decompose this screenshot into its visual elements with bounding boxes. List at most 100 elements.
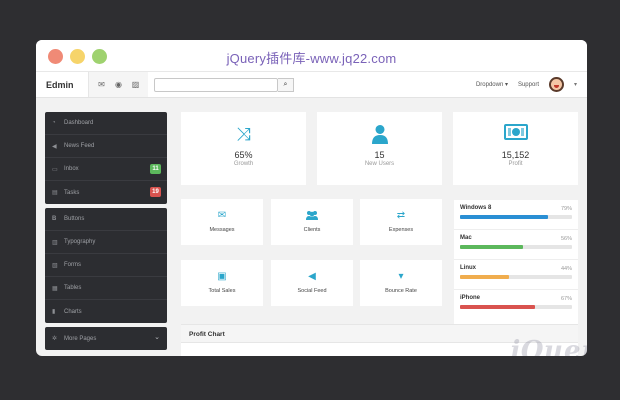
sidebar-item-label: Tasks (64, 189, 80, 196)
brand-logo[interactable]: Edmin (36, 80, 88, 90)
image-icon[interactable]: ▨ (127, 76, 144, 94)
tile-label: Social Feed (297, 288, 327, 294)
tile-bounce-rate[interactable]: ▾ Bounce Rate (360, 260, 442, 306)
bullhorn-icon: ◀ (52, 143, 57, 150)
tile-label: Expenses (388, 227, 414, 233)
stat-value: 65% (234, 150, 253, 160)
navbar-icon-group: ✉ ◉ ▨ (88, 72, 148, 97)
sidebar-item-label: More Pages (64, 335, 97, 342)
window-title: jQuery插件库-www.jq22.com (226, 51, 397, 66)
money-icon (453, 124, 578, 146)
bar-chart-icon: ▮ (52, 309, 56, 315)
tile-label: Bounce Rate (385, 288, 417, 294)
tile-total-sales[interactable]: ▣ Total Sales (181, 260, 263, 306)
save-icon: ▣ (217, 271, 227, 282)
sidebar-item-label: Charts (64, 308, 82, 315)
avatar[interactable] (548, 77, 564, 92)
sidebar-item-news-feed[interactable]: ◀ News Feed (45, 135, 167, 158)
window-titlebar: jQuery插件库-www.jq22.com (36, 40, 587, 72)
os-row-iphone: iPhone 67% (454, 290, 578, 320)
tile-label: Clients (303, 227, 321, 233)
top-navbar: Edmin ✉ ◉ ▨ ⌕ Dropdown ▾ Support ▾ (36, 72, 587, 98)
sidebar-item-label: Buttons (64, 216, 85, 222)
group-icon (271, 210, 353, 222)
tasks-icon: ▤ (52, 190, 58, 196)
inbox-icon: ▭ (52, 166, 58, 173)
sidebar-item-buttons[interactable]: B Buttons (45, 208, 167, 231)
watermark-logo: jQuery (510, 336, 587, 356)
exchange-icon: ⇄ (396, 210, 406, 221)
os-name: Mac (460, 235, 472, 241)
os-row-windows: Windows 8 79% (454, 200, 578, 230)
table-icon: ▦ (52, 285, 58, 292)
os-name: Linux (460, 265, 476, 271)
tile-clients[interactable]: Clients (271, 199, 353, 245)
sidebar: ◔ Dashboard ◀ News Feed ▭ Inbox 11 ▤ Tas… (45, 112, 167, 354)
stat-card-profit[interactable]: 15,152 Profit (453, 112, 578, 185)
sidebar-item-label: Tables (64, 285, 82, 291)
progress-fill (460, 215, 549, 219)
sidebar-group-more: ✲ More Pages ⌄ (45, 327, 167, 350)
tile-messages[interactable]: ✉ Messages (181, 199, 263, 245)
progress-fill (460, 275, 510, 279)
paste-icon: ▧ (52, 262, 58, 269)
envelope-icon[interactable]: ✉ (93, 76, 110, 94)
sidebar-item-label: Forms (64, 262, 81, 268)
progress-fill (460, 245, 523, 249)
tasks-count-badge: 19 (150, 187, 161, 197)
sidebar-item-tables[interactable]: ▦ Tables (45, 277, 167, 300)
search-input[interactable] (154, 77, 278, 92)
support-link[interactable]: Support (518, 82, 539, 88)
stat-label: Growth (233, 161, 254, 167)
dropdown-menu[interactable]: Dropdown ▾ (476, 81, 508, 88)
sidebar-item-forms[interactable]: ▧ Forms (45, 254, 167, 277)
sidebar-item-label: Typography (64, 239, 96, 245)
sidebar-group-main: ◔ Dashboard ◀ News Feed ▭ Inbox 11 ▤ Tas… (45, 112, 167, 204)
sidebar-item-more-pages[interactable]: ✲ More Pages ⌄ (45, 327, 167, 350)
search-icon[interactable]: ⌕ (278, 77, 294, 92)
tile-expenses[interactable]: ⇄ Expenses (360, 199, 442, 245)
stat-card-growth[interactable]: ⤨ 65% Growth (181, 112, 306, 185)
sidebar-item-label: Inbox (64, 166, 79, 172)
progress-fill (460, 305, 536, 309)
stat-label: Profit (508, 161, 523, 167)
sort-down-icon: ▾ (398, 271, 404, 282)
os-percent: 56% (560, 236, 572, 242)
navbar-right: Dropdown ▾ Support ▾ (476, 72, 577, 97)
inbox-count-badge: 11 (150, 164, 161, 174)
tile-label: Total Sales (208, 288, 236, 294)
os-usage-panel: Windows 8 79% Mac 56% Linux 44% iPhone 6… (454, 200, 578, 336)
progress-track (460, 215, 572, 219)
progress-track (460, 305, 572, 309)
tile-social-feed[interactable]: ◀ Social Feed (271, 260, 353, 306)
dashboard-icon: ◔ (52, 120, 56, 126)
sidebar-item-dashboard[interactable]: ◔ Dashboard (45, 112, 167, 135)
book-icon: ▥ (52, 239, 58, 246)
sidebar-item-label: News Feed (64, 143, 95, 149)
os-name: Windows 8 (460, 205, 492, 211)
chevron-down-icon[interactable]: ⌄ (154, 333, 160, 341)
stat-card-new-users[interactable]: 15 New Users (317, 112, 442, 185)
bullhorn-icon: ◀ (308, 271, 316, 282)
sidebar-group-ui: B Buttons ▥ Typography ▧ Forms ▦ Tables … (45, 208, 167, 323)
os-percent: 79% (560, 206, 572, 212)
chevron-down-icon[interactable]: ▾ (574, 81, 577, 88)
cog-icon: ✲ (52, 336, 58, 342)
stat-label: New Users (364, 161, 395, 167)
sidebar-item-inbox[interactable]: ▭ Inbox 11 (45, 158, 167, 181)
os-row-linux: Linux 44% (454, 260, 578, 290)
sidebar-item-typography[interactable]: ▥ Typography (45, 231, 167, 254)
stat-value: 15,152 (501, 150, 530, 160)
eye-icon[interactable]: ◉ (110, 76, 127, 94)
progress-track (460, 275, 572, 279)
shuffle-icon: ⤨ (236, 124, 251, 144)
user-icon (317, 124, 442, 146)
progress-track (460, 245, 572, 249)
tile-label: Messages (209, 227, 235, 233)
stat-value: 15 (374, 150, 385, 160)
os-row-mac: Mac 56% (454, 230, 578, 260)
sidebar-item-tasks[interactable]: ▤ Tasks 19 (45, 181, 167, 204)
sidebar-item-label: Dashboard (64, 120, 94, 126)
browser-window: jQuery插件库-www.jq22.com Edmin ✉ ◉ ▨ ⌕ Dro… (36, 40, 587, 356)
sidebar-item-charts[interactable]: ▮ Charts (45, 300, 167, 323)
